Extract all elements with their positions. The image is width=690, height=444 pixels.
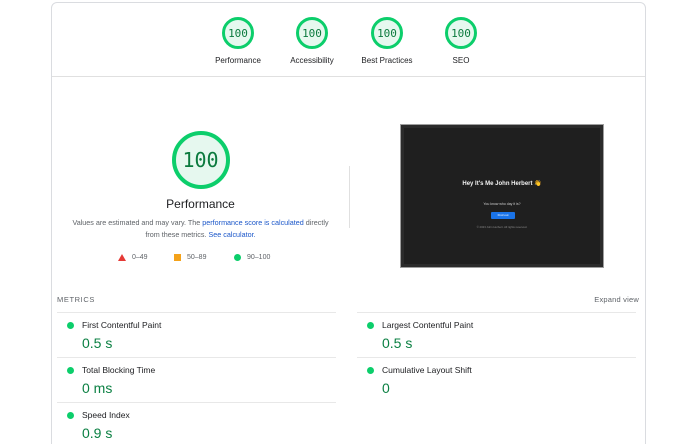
- score-ring: 100: [371, 17, 403, 49]
- metric-name: Cumulative Layout Shift: [382, 365, 472, 375]
- score-ring: 100: [222, 17, 254, 49]
- screenshot-question: You know who day it is?: [483, 202, 521, 206]
- gauge-seo[interactable]: 100 SEO: [416, 17, 506, 65]
- score-value: 100: [451, 26, 471, 40]
- score-ring: 100: [445, 17, 477, 49]
- screenshot-page: Hey It's Me John Herbert 👋 You know who …: [404, 128, 600, 264]
- gauge-label: SEO: [452, 56, 470, 65]
- metric-cls: Cumulative Layout Shift 0: [357, 357, 636, 402]
- screenshot-heading: Hey It's Me John Herbert 👋: [462, 181, 542, 187]
- metric-lcp: Largest Contentful Paint 0.5 s: [357, 312, 636, 357]
- legend-pass: 90–100: [234, 254, 270, 261]
- square-icon: [174, 254, 181, 261]
- metric-name: Largest Contentful Paint: [382, 320, 474, 330]
- metrics-title: METRICS: [57, 295, 95, 304]
- legend-average: 50–89: [174, 254, 206, 261]
- legend-range: 0–49: [132, 254, 148, 261]
- metric-name: First Contentful Paint: [82, 320, 162, 330]
- metric-value: 0.9 s: [82, 425, 113, 441]
- performance-score-ring: 100: [171, 131, 230, 189]
- performance-summary: 100 Performance Values are estimated and…: [52, 127, 349, 241]
- expand-view-toggle[interactable]: Expand view: [594, 295, 639, 304]
- report-card: 100 Performance 100 Accessibility 100 Be…: [51, 2, 646, 444]
- score-value: 100: [377, 26, 397, 40]
- pass-circle-icon: [67, 367, 74, 374]
- metric-fcp: First Contentful Paint 0.5 s: [57, 312, 336, 357]
- pass-circle-icon: [67, 412, 74, 419]
- divider: [349, 166, 350, 228]
- metric-value: 0: [382, 380, 390, 396]
- legend-fail: 0–49: [118, 254, 148, 261]
- final-screenshot[interactable]: Hey It's Me John Herbert 👋 You know who …: [400, 124, 604, 268]
- desc-text: Values are estimated and may vary. The: [72, 218, 203, 227]
- triangle-icon: [118, 254, 126, 261]
- legend-range: 50–89: [187, 254, 207, 261]
- metric-tbt: Total Blocking Time 0 ms: [57, 357, 336, 402]
- pass-circle-icon: [367, 322, 374, 329]
- metric-name: Total Blocking Time: [82, 365, 156, 375]
- pass-circle-icon: [67, 322, 74, 329]
- screenshot-footer: © 2023 John Herbert. All rights reserved…: [476, 225, 528, 229]
- performance-score-link[interactable]: performance score is calculated: [202, 218, 303, 227]
- category-gauges: 100 Performance 100 Accessibility 100 Be…: [52, 3, 645, 77]
- score-ring: 100: [296, 17, 328, 49]
- metric-value: 0.5 s: [82, 335, 113, 351]
- performance-title: Performance: [166, 197, 235, 211]
- score-value: 100: [302, 26, 322, 40]
- metric-speed-index: Speed Index 0.9 s: [57, 402, 336, 444]
- score-value: 100: [228, 26, 248, 40]
- metrics-header: METRICS Expand view: [57, 295, 642, 307]
- metric-value: 0.5 s: [382, 335, 413, 351]
- metric-value: 0 ms: [82, 380, 113, 396]
- pass-circle-icon: [367, 367, 374, 374]
- circle-icon: [234, 254, 241, 261]
- legend-range: 90–100: [247, 254, 271, 261]
- screenshot-button: Find out: [491, 212, 515, 219]
- performance-description: Values are estimated and may vary. The p…: [52, 217, 349, 241]
- metric-name: Speed Index: [82, 410, 130, 420]
- calculator-link[interactable]: See calculator.: [208, 230, 255, 239]
- performance-score: 100: [182, 148, 219, 172]
